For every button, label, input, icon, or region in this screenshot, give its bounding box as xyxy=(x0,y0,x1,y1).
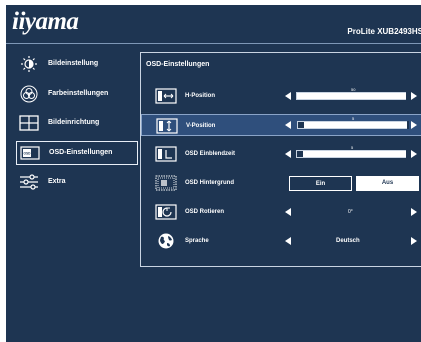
slider-end-mark xyxy=(406,150,408,158)
setting-row-osd-timeout[interactable]: OSD Einblendzeit 5 xyxy=(141,143,421,165)
osd-background-icon xyxy=(155,174,177,192)
setting-label: OSD Rotieren xyxy=(185,209,225,215)
v-position-slider[interactable]: 5 xyxy=(297,116,409,129)
sidebar-item-extra[interactable]: Extra xyxy=(16,171,138,193)
color-icon xyxy=(18,85,40,103)
sidebar-item-farbeinstellungen[interactable]: Farbeinstellungen xyxy=(16,83,138,105)
option-aus-button[interactable]: Aus xyxy=(356,176,419,191)
osd-timeout-slider[interactable]: 5 xyxy=(296,145,408,158)
slider-fill xyxy=(298,122,304,128)
setting-label: H-Position xyxy=(185,93,215,99)
sidebar-item-label: Extra xyxy=(48,178,66,185)
model-name: ProLite XUB2493HS xyxy=(347,27,421,36)
settings-panel: OSD-Einstellungen H-Position 50 V-Positi… xyxy=(140,52,421,267)
decrease-arrow-icon[interactable] xyxy=(285,150,291,158)
slider-fill xyxy=(297,151,303,157)
osd-menu: iiyama ProLite XUB2493HS Bildeinstellung xyxy=(6,5,421,342)
slider-fill xyxy=(297,93,407,99)
header-divider xyxy=(6,43,421,44)
increase-arrow-icon[interactable] xyxy=(411,121,417,129)
slider-value: 5 xyxy=(352,116,355,121)
sidebar-item-bildeinstellung[interactable]: Bildeinstellung xyxy=(16,53,138,75)
setting-row-h-position[interactable]: H-Position 50 xyxy=(141,85,421,107)
sidebar-item-label: OSD-Einstellungen xyxy=(49,149,113,156)
decrease-arrow-icon[interactable] xyxy=(285,92,291,100)
sliders-icon xyxy=(18,173,40,191)
sidebar-item-label: Bildeinrichtung xyxy=(48,119,100,126)
increase-arrow-icon[interactable] xyxy=(411,208,417,216)
language-value: Deutsch xyxy=(336,238,360,244)
increase-arrow-icon[interactable] xyxy=(411,150,417,158)
panel-title: OSD-Einstellungen xyxy=(146,61,210,68)
slider-end-mark xyxy=(406,92,408,100)
setting-label: OSD Einblendzeit xyxy=(185,151,236,157)
globe-icon xyxy=(155,232,177,250)
increase-arrow-icon[interactable] xyxy=(411,237,417,245)
brand-logo: iiyama xyxy=(12,8,79,35)
v-position-icon xyxy=(156,117,178,135)
slider-value: 5 xyxy=(351,145,354,150)
decrease-arrow-icon[interactable] xyxy=(285,121,291,129)
svg-text:OSD: OSD xyxy=(24,152,32,156)
option-ein-button[interactable]: Ein xyxy=(289,176,352,191)
setting-row-language[interactable]: Sprache Deutsch xyxy=(141,230,421,252)
h-position-slider[interactable]: 50 xyxy=(296,87,408,100)
decrease-arrow-icon[interactable] xyxy=(285,237,291,245)
sidebar-item-osd-einstellungen[interactable]: OSD OSD-Einstellungen xyxy=(16,141,138,165)
slider-value: 50 xyxy=(351,87,356,92)
timer-icon xyxy=(155,145,177,163)
setting-row-v-position[interactable]: V-Position 5 xyxy=(141,114,421,136)
setting-label: Sprache xyxy=(185,238,209,244)
h-position-icon xyxy=(155,87,177,105)
sidebar-item-label: Farbeinstellungen xyxy=(48,90,109,97)
brightness-icon xyxy=(18,55,40,73)
slider-end-mark xyxy=(407,121,409,129)
decrease-arrow-icon[interactable] xyxy=(285,208,291,216)
rotate-value: 0° xyxy=(348,209,353,215)
increase-arrow-icon[interactable] xyxy=(411,92,417,100)
image-setup-icon xyxy=(18,114,40,132)
setting-row-osd-rotate[interactable]: OSD Rotieren 0° xyxy=(141,201,421,223)
sidebar-item-label: Bildeinstellung xyxy=(48,60,99,67)
setting-label: OSD Hintergrund xyxy=(185,180,234,186)
sidebar-item-bildeinrichtung[interactable]: Bildeinrichtung xyxy=(16,112,138,134)
setting-row-osd-background[interactable]: OSD Hintergrund Ein Aus xyxy=(141,172,421,194)
rotate-icon xyxy=(155,203,177,221)
setting-label: V-Position xyxy=(186,123,216,129)
osd-icon: OSD xyxy=(19,144,41,162)
